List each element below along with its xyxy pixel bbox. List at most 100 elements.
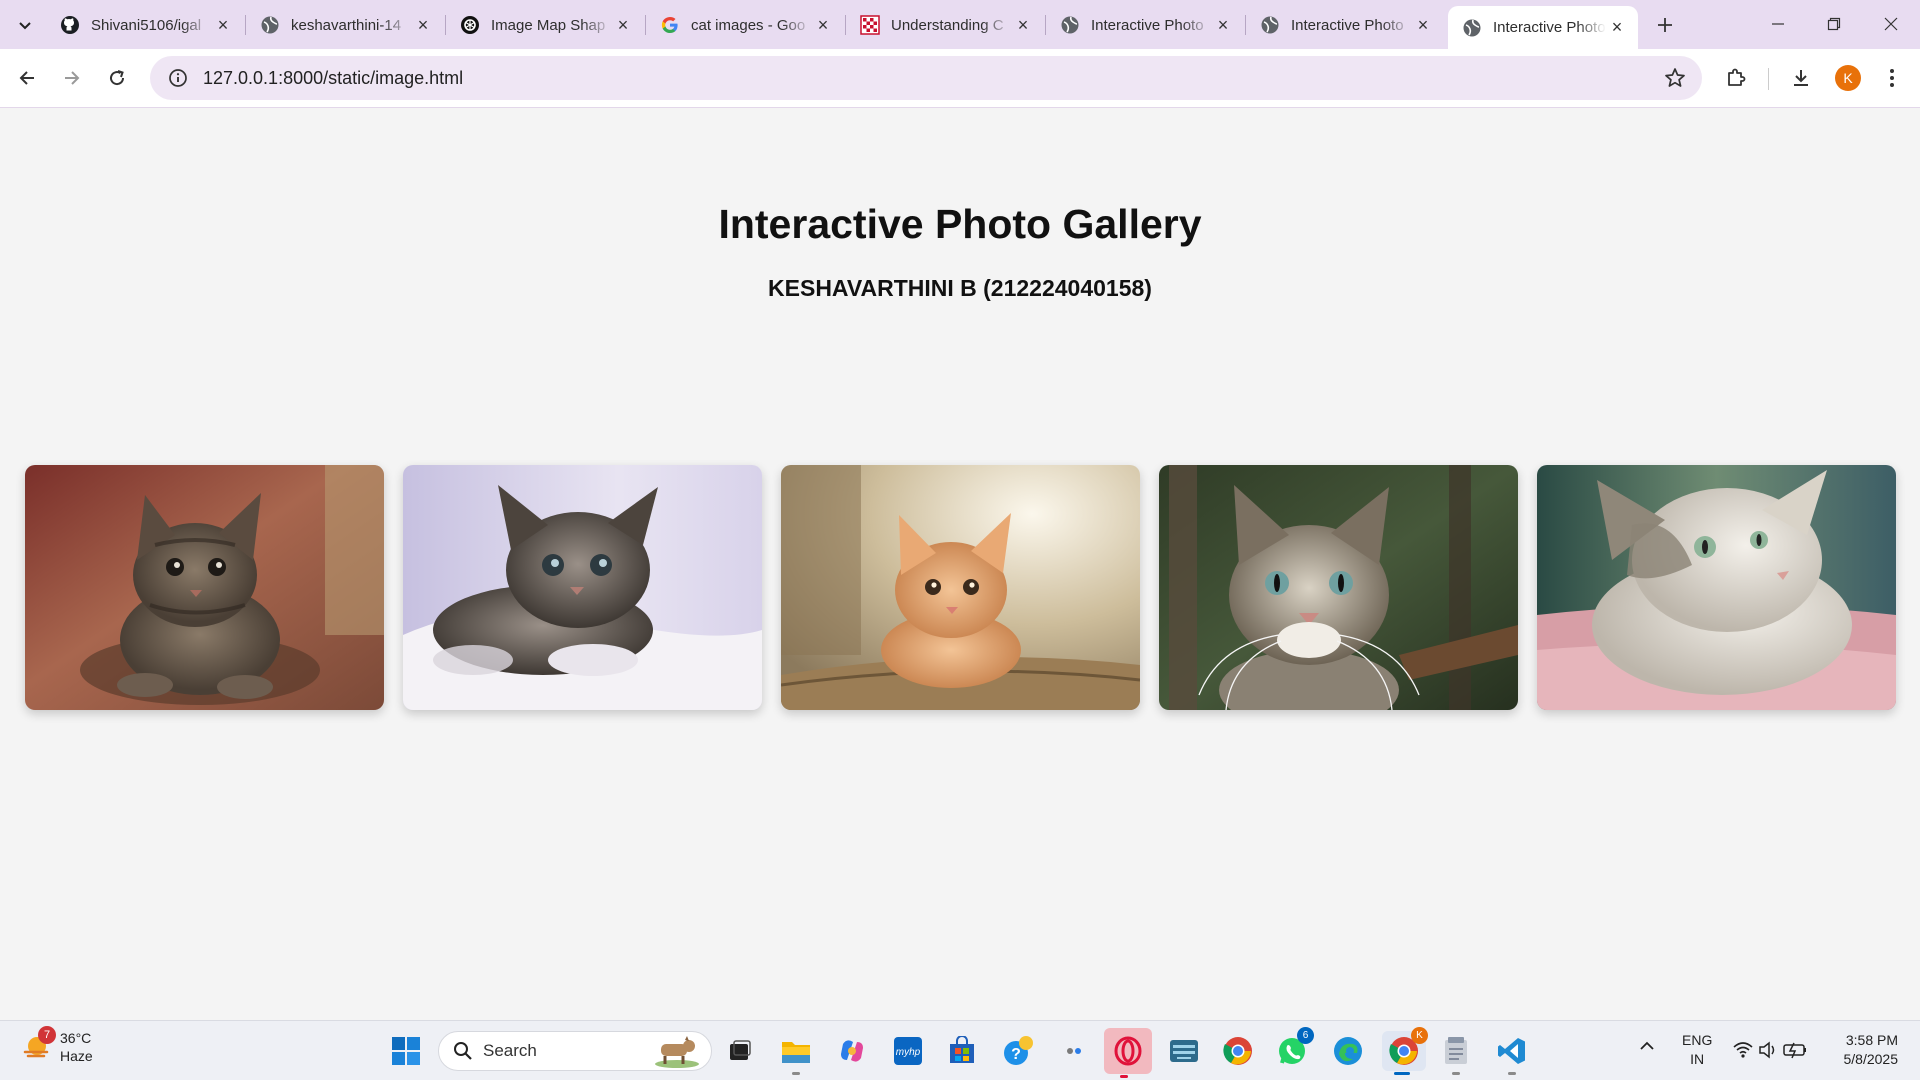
url-text[interactable]: 127.0.0.1:8000/static/image.html <box>203 68 463 89</box>
extensions-button[interactable] <box>1720 62 1752 94</box>
close-icon[interactable]: × <box>812 14 834 36</box>
close-icon[interactable]: × <box>1012 14 1034 36</box>
store-icon <box>950 1036 974 1063</box>
checker-icon <box>860 15 880 35</box>
address-bar[interactable]: 127.0.0.1:8000/static/image.html <box>150 56 1702 100</box>
chrome-button[interactable] <box>1218 1031 1258 1071</box>
weather-temp: 36°C <box>60 1030 92 1046</box>
close-icon[interactable]: × <box>1212 14 1234 36</box>
reload-icon <box>110 70 125 86</box>
whatsapp-button[interactable]: 6 <box>1272 1027 1314 1071</box>
show-hidden-icons-button[interactable] <box>1638 1037 1656 1058</box>
weather-haze-icon: 7 <box>22 1026 56 1062</box>
running-indicator <box>1508 1072 1516 1075</box>
tab-understanding[interactable]: Understanding C × <box>846 8 1044 42</box>
tab-search-button[interactable] <box>9 10 41 40</box>
launcher-icon <box>1067 1048 1081 1054</box>
myhp-button[interactable]: myhp <box>888 1031 928 1071</box>
help-icon: ? <box>1004 1036 1033 1065</box>
forward-button[interactable] <box>55 61 89 95</box>
chrome-profile-button[interactable]: K <box>1382 1027 1428 1075</box>
weather-alert-badge: 7 <box>38 1026 56 1044</box>
language-line-2: IN <box>1690 1051 1705 1067</box>
openai-icon <box>460 15 480 35</box>
myhp-icon: myhp <box>894 1037 922 1065</box>
tab-title: keshavarthini-14 <box>291 16 402 34</box>
tab-title: Interactive Photo <box>1091 16 1204 34</box>
tab-keshavarthini[interactable]: keshavarthini-14 × <box>246 8 444 42</box>
downloads-button[interactable] <box>1785 62 1817 94</box>
page-title: Interactive Photo Gallery <box>718 201 1202 247</box>
folder-icon <box>782 1042 810 1063</box>
app-launcher-button[interactable] <box>1054 1031 1094 1071</box>
vscode-button[interactable] <box>1492 1031 1532 1075</box>
close-icon[interactable]: × <box>1412 14 1434 36</box>
tab-strip: Shivani5106/igal × keshavarthini-14 × Im… <box>0 0 1920 49</box>
globe-icon <box>260 15 280 35</box>
gallery-photo-4[interactable] <box>1159 465 1518 710</box>
close-icon[interactable]: × <box>212 14 234 36</box>
tab-google-search[interactable]: cat images - Goo × <box>646 8 844 42</box>
svg-text:myhp: myhp <box>896 1047 921 1058</box>
close-window-button[interactable] <box>1863 0 1919 48</box>
close-icon[interactable]: × <box>612 14 634 36</box>
opera-button[interactable] <box>1104 1028 1152 1078</box>
toolbar-divider <box>1768 68 1769 90</box>
tab-title: cat images - Goo <box>691 16 806 34</box>
new-tab-button[interactable] <box>1650 10 1680 40</box>
tab-interactive-photo-active[interactable]: Interactive Photo × <box>1448 6 1638 49</box>
help-app-button[interactable]: ? <box>998 1031 1038 1071</box>
menu-button[interactable] <box>1876 62 1908 94</box>
site-info-icon[interactable] <box>156 56 200 100</box>
running-indicator <box>1120 1075 1128 1078</box>
copilot-button[interactable] <box>832 1031 872 1071</box>
reload-button[interactable] <box>100 61 134 95</box>
minimize-button[interactable] <box>1750 0 1806 48</box>
quick-settings-button[interactable] <box>1732 1039 1812 1064</box>
tab-interactive-photo-1[interactable]: Interactive Photo × <box>1046 8 1244 42</box>
taskbar-search[interactable]: Search <box>438 1031 712 1071</box>
minimize-icon <box>1772 23 1784 25</box>
running-indicator <box>792 1072 800 1075</box>
tab-image-map[interactable]: Image Map Shap × <box>446 8 644 42</box>
system-clock[interactable]: 3:58 PM 5/8/2025 <box>1824 1031 1899 1069</box>
browser-toolbar: 127.0.0.1:8000/static/image.html K <box>0 49 1920 108</box>
vscode-icon <box>1498 1038 1525 1064</box>
gallery-photo-3[interactable] <box>781 465 1140 710</box>
battery-icon <box>1783 1042 1806 1059</box>
microsoft-store-button[interactable] <box>942 1031 982 1071</box>
edge-button[interactable] <box>1328 1031 1368 1071</box>
notification-badge: 6 <box>1297 1027 1314 1044</box>
language-indicator[interactable]: ENG IN <box>1682 1031 1712 1069</box>
profile-avatar[interactable]: K <box>1835 65 1861 91</box>
opera-icon <box>1114 1036 1142 1066</box>
close-icon[interactable]: × <box>1606 17 1628 39</box>
running-indicator <box>1452 1072 1460 1075</box>
tab-interactive-photo-2[interactable]: Interactive Photo × <box>1246 8 1444 42</box>
close-icon[interactable]: × <box>412 14 434 36</box>
running-indicator <box>1394 1072 1410 1075</box>
weather-widget[interactable]: 7 36°C Haze <box>22 1026 93 1065</box>
gallery-photo-2[interactable] <box>403 465 762 710</box>
chevron-up-icon <box>1640 1041 1654 1050</box>
close-icon <box>1884 17 1898 31</box>
kebab-menu-icon <box>1890 69 1894 87</box>
back-button[interactable] <box>10 61 44 95</box>
clock-time: 3:58 PM <box>1845 1032 1898 1048</box>
tab-title: Interactive Photo <box>1291 16 1404 34</box>
tab-title: Understanding C <box>891 16 1004 34</box>
notepad-button[interactable] <box>1436 1031 1476 1075</box>
file-explorer-button[interactable] <box>776 1031 816 1075</box>
clock-date: 5/8/2025 <box>1843 1051 1899 1067</box>
search-icon <box>454 1042 472 1060</box>
task-view-button[interactable] <box>720 1031 760 1071</box>
tab-github[interactable]: Shivani5106/igal × <box>46 8 244 42</box>
gallery-photo-5[interactable] <box>1537 465 1896 710</box>
terminal-button[interactable] <box>1164 1031 1204 1071</box>
restore-button[interactable] <box>1806 0 1862 48</box>
gallery-photo-1[interactable] <box>25 465 384 710</box>
arrow-right-icon <box>65 71 80 85</box>
start-button[interactable] <box>386 1031 426 1071</box>
bookmark-star-icon[interactable] <box>1664 67 1686 89</box>
search-highlight-icon <box>655 1036 699 1068</box>
